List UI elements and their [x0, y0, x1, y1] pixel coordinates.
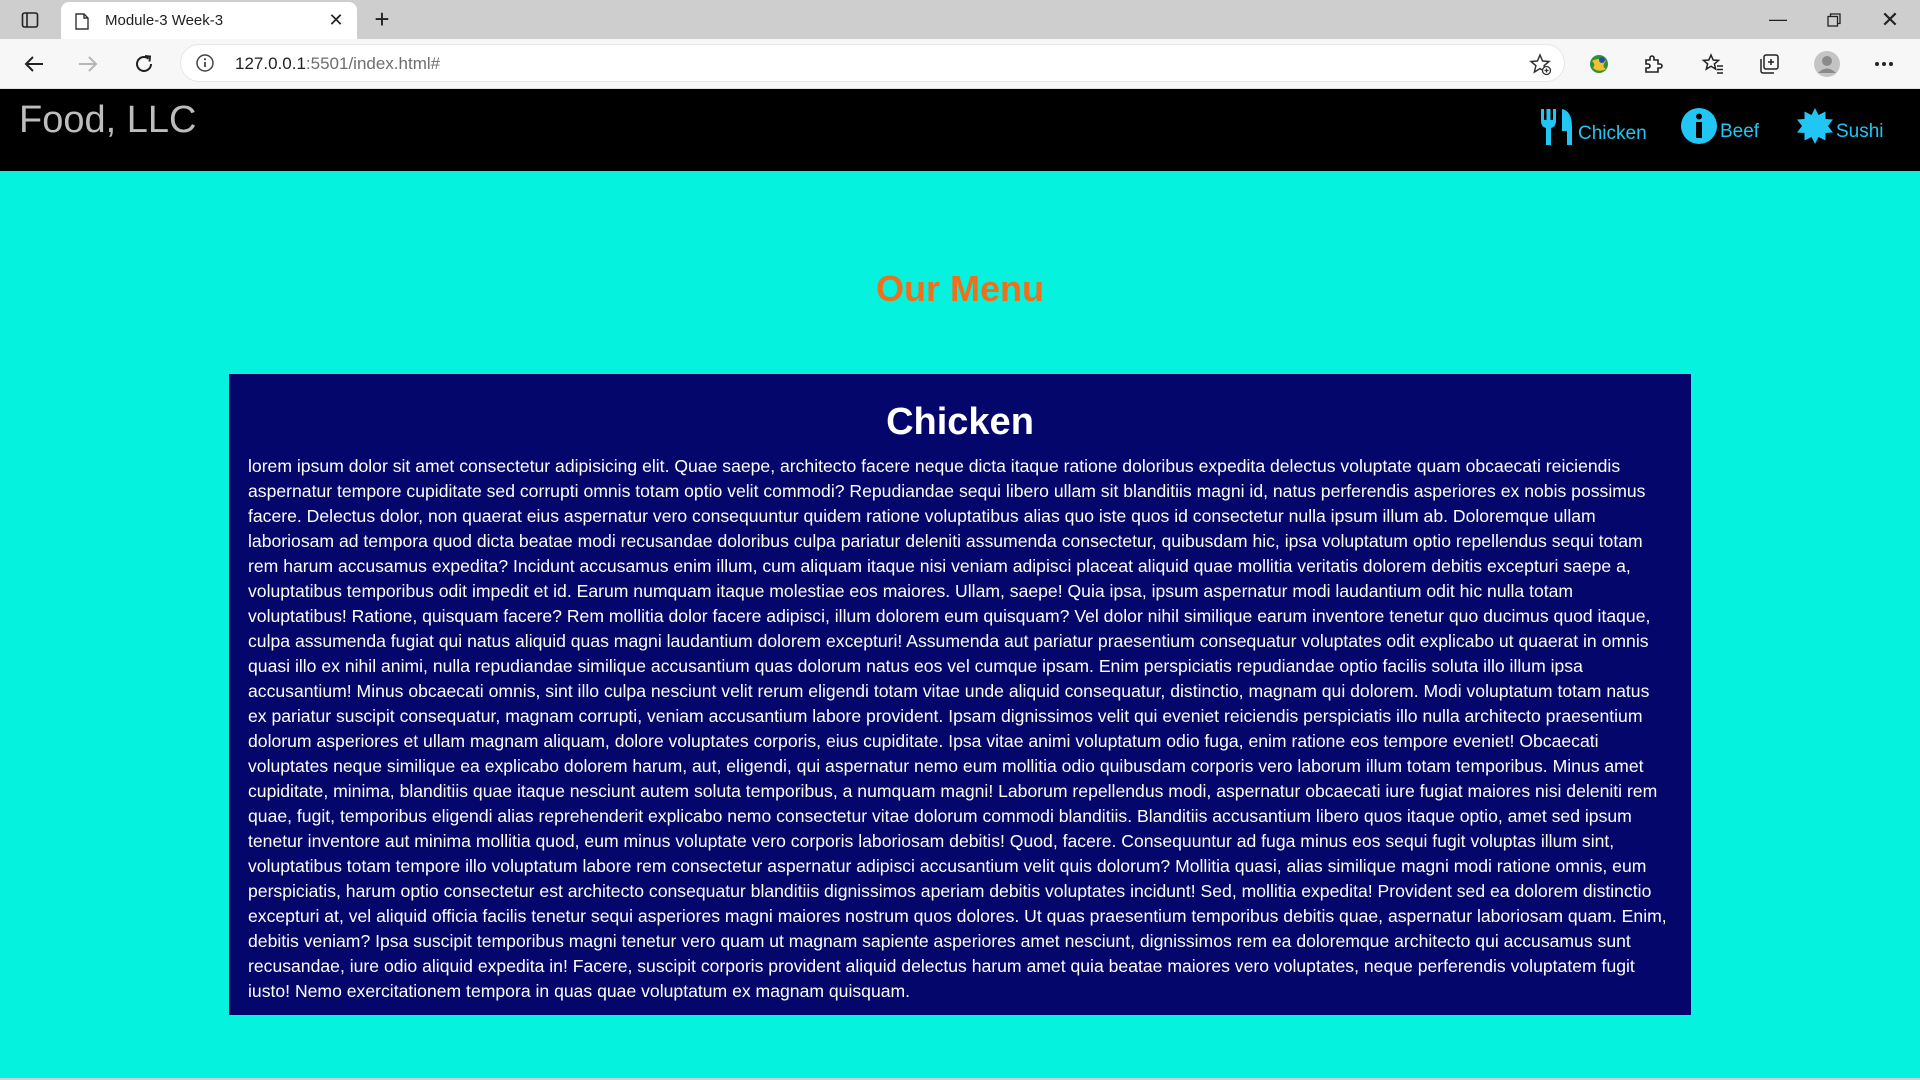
extensions-button[interactable]	[1637, 48, 1669, 80]
extension-globe-icon	[1590, 55, 1608, 73]
address-host: 127.0.0.1	[235, 54, 306, 73]
browser-toolbar: 127.0.0.1:5501/index.html#	[0, 39, 1920, 89]
puzzle-icon	[1645, 55, 1663, 73]
back-arrow-icon	[24, 56, 43, 72]
reload-icon	[136, 55, 152, 72]
restore-icon	[1827, 13, 1841, 27]
add-favorite-icon[interactable]	[1528, 52, 1552, 76]
info-circle-icon	[1681, 108, 1717, 144]
collections-icon	[1760, 54, 1779, 74]
settings-menu-button[interactable]	[1868, 48, 1900, 80]
nav-link-label: Chicken	[1578, 123, 1647, 144]
nav-link-beef[interactable]: Beef	[1680, 107, 1759, 145]
tab-actions-icon	[21, 12, 39, 28]
brand-logo-text[interactable]: Food, LLC	[19, 99, 196, 142]
site-info-icon[interactable]	[195, 53, 215, 73]
nav-link-label: Beef	[1720, 121, 1760, 142]
window-restore-button[interactable]	[1818, 4, 1850, 36]
utensils-icon	[1541, 109, 1572, 145]
avatar-icon	[1814, 51, 1840, 77]
menu-heading: Our Menu	[876, 268, 1044, 309]
tab-close-icon[interactable]: ✕	[325, 9, 347, 31]
favorites-button[interactable]	[1697, 48, 1729, 80]
page-icon	[73, 11, 91, 31]
browser-tab-bar: Module-3 Week-3 ✕ + — ✕	[0, 0, 1920, 39]
tab-title: Module-3 Week-3	[105, 12, 224, 29]
address-url: 127.0.0.1:5501/index.html#	[235, 54, 440, 74]
nav-link-label: Sushi	[1836, 121, 1884, 142]
tab-actions-button[interactable]	[18, 8, 42, 32]
new-tab-button[interactable]: +	[368, 6, 396, 34]
address-bar[interactable]: 127.0.0.1:5501/index.html#	[180, 44, 1565, 82]
nav-link-sushi[interactable]: Sushi	[1796, 107, 1884, 145]
window-minimize-button[interactable]: —	[1762, 4, 1794, 36]
forward-arrow-icon	[79, 56, 98, 72]
section-body-text: lorem ipsum dolor sit amet consectetur a…	[248, 456, 1667, 1001]
chicken-section: Chicken lorem ipsum dolor sit amet conse…	[229, 374, 1691, 1015]
starburst-icon	[1797, 108, 1833, 144]
favorites-star-icon	[1701, 53, 1723, 74]
back-button[interactable]	[18, 48, 50, 80]
browser-tab-active[interactable]: Module-3 Week-3 ✕	[61, 2, 357, 39]
section-title: Chicken	[886, 401, 1034, 443]
profile-button[interactable]	[1811, 48, 1843, 80]
reload-button[interactable]	[128, 48, 160, 80]
address-path: :5501/index.html#	[305, 54, 441, 73]
more-dots-icon	[1875, 62, 1893, 66]
extension-button[interactable]	[1583, 48, 1615, 80]
window-close-button[interactable]: ✕	[1874, 4, 1906, 36]
site-header: Food, LLC Chicken Beef Sushi	[0, 89, 1920, 171]
forward-button[interactable]	[72, 48, 104, 80]
collections-button[interactable]	[1753, 48, 1785, 80]
nav-link-chicken[interactable]: Chicken	[1538, 107, 1647, 147]
